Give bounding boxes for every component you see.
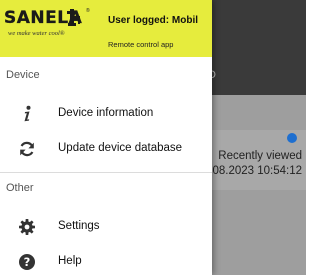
user-logged-label: User logged: Mobil (108, 15, 198, 26)
sanela-logo: SANELA ® we make water cool® (4, 8, 90, 44)
navigation-drawer: SANELA ® we make water cool® User logged… (0, 0, 212, 275)
menu-item-settings[interactable]: Settings (0, 210, 212, 244)
svg-text:?: ? (24, 255, 31, 269)
menu-item-update-device-database[interactable]: Update device database (0, 132, 212, 166)
menu-item-label: Device information (58, 107, 154, 119)
logo-tagline: we make water cool® (8, 30, 65, 37)
device-card-status: Recently viewed (218, 150, 302, 162)
faucet-icon (67, 9, 80, 26)
menu-item-label: Update device database (58, 142, 183, 154)
section-title-device: Device (6, 69, 40, 81)
section-title-other: Other (6, 182, 34, 194)
registered-mark: ® (86, 8, 90, 14)
drawer-header: SANELA ® we make water cool® User logged… (0, 0, 212, 57)
device-card-timestamp: 08.2023 10:54:12 (212, 165, 302, 177)
section-divider (0, 172, 212, 173)
info-icon (18, 105, 36, 123)
status-dot (287, 133, 297, 143)
menu-item-help[interactable]: ? Help (0, 245, 212, 275)
menu-item-device-information[interactable]: Device information (0, 97, 212, 131)
refresh-icon (18, 140, 36, 158)
app-subtitle: Remote control app (108, 40, 174, 49)
help-icon: ? (18, 253, 36, 271)
menu-item-label: Settings (58, 220, 100, 232)
menu-item-label: Help (58, 255, 82, 267)
gear-icon (18, 218, 36, 236)
